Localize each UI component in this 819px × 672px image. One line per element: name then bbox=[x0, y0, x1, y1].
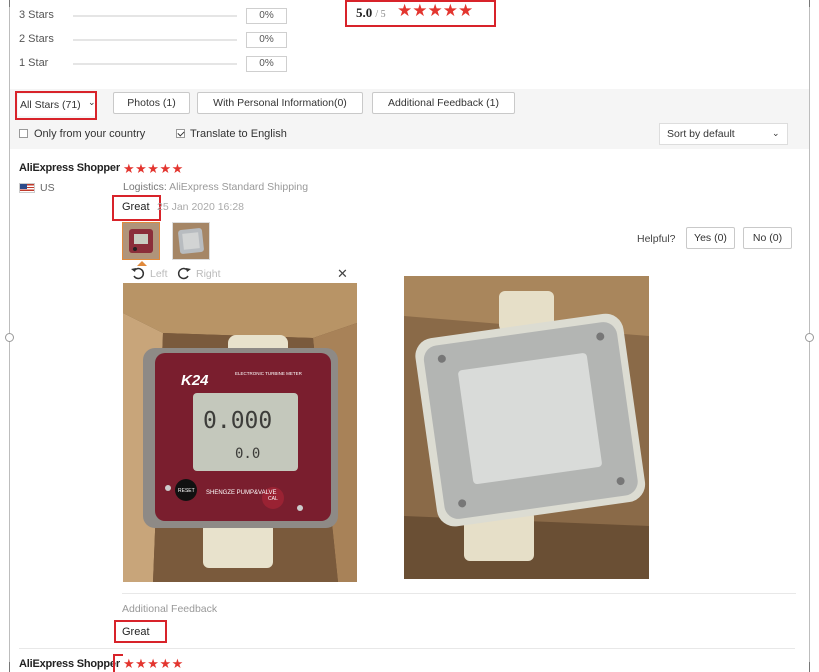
additional-feedback-filter-button[interactable]: Additional Feedback (1) bbox=[372, 92, 515, 114]
review-username: AliExpress Shopper bbox=[19, 162, 120, 174]
personal-info-filter-button[interactable]: With Personal Information(0) bbox=[197, 92, 363, 114]
helpful-yes-button[interactable]: Yes (0) bbox=[686, 227, 735, 249]
sort-select-value: Sort by default bbox=[667, 128, 735, 140]
review-username: AliExpress Shopper bbox=[19, 658, 120, 670]
sort-select[interactable]: Sort by default ⌄ bbox=[659, 123, 788, 145]
frame-handle-right bbox=[805, 333, 814, 342]
additional-feedback-label: Additional Feedback bbox=[122, 603, 218, 615]
rating-row-bar bbox=[73, 15, 237, 17]
helpful-label: Helpful? bbox=[637, 233, 676, 245]
star-icon: ★ bbox=[412, 1, 428, 20]
frame-tick bbox=[809, 662, 810, 672]
additional-feedback-highlight bbox=[114, 620, 167, 643]
star-icon: ★ bbox=[427, 1, 443, 20]
overall-score-value: 5.0 bbox=[356, 5, 373, 20]
review-logistics: Logistics: AliExpress Standard Shipping bbox=[123, 181, 309, 193]
rotate-left-label[interactable]: Left bbox=[150, 268, 168, 280]
only-country-checkbox[interactable] bbox=[19, 129, 28, 138]
stars-filter-highlight bbox=[15, 91, 97, 120]
photo-thumbnail-plate bbox=[173, 223, 209, 259]
rotate-left-icon[interactable] bbox=[131, 267, 145, 280]
rating-row-bar bbox=[73, 39, 237, 41]
meter-cal-label: CAL bbox=[268, 496, 278, 502]
rating-row-percent: 0% bbox=[246, 8, 287, 24]
meter-brand: K24 bbox=[181, 372, 209, 389]
translate-label: Translate to English bbox=[190, 128, 287, 140]
overall-score-max: / 5 bbox=[375, 9, 386, 20]
rating-row-percent: 0% bbox=[246, 32, 287, 48]
frame-handle-left bbox=[5, 333, 14, 342]
chevron-down-icon: ⌄ bbox=[772, 128, 780, 138]
review-divider bbox=[19, 648, 795, 649]
meter-reading-main: 0.000 bbox=[203, 408, 272, 434]
star-icon: ★ bbox=[442, 1, 458, 20]
rating-row-label: 2 Stars bbox=[19, 33, 54, 45]
rating-row-percent: 0% bbox=[246, 56, 287, 72]
rating-row-label: 3 Stars bbox=[19, 9, 54, 21]
rating-row-bar bbox=[73, 63, 237, 65]
meter-maker: SHENGZE PUMP&VALVE bbox=[206, 490, 276, 496]
frame-tick bbox=[809, 0, 810, 7]
review-photo-thumbnail[interactable] bbox=[172, 222, 210, 260]
review-stars: ★★★★★ bbox=[123, 161, 184, 176]
review-stars: ★★★★★ bbox=[123, 656, 184, 671]
review-divider bbox=[122, 593, 796, 594]
meter-reset-label: RESET bbox=[178, 488, 195, 494]
star-icon: ★ bbox=[397, 1, 413, 20]
review-photo-thumbnail[interactable] bbox=[122, 222, 160, 260]
rotate-right-icon[interactable] bbox=[177, 267, 191, 280]
photos-filter-button[interactable]: Photos (1) bbox=[113, 92, 190, 114]
only-country-label: Only from your country bbox=[34, 128, 146, 140]
review-country: US bbox=[40, 182, 55, 194]
translate-checkbox[interactable] bbox=[176, 129, 185, 138]
rotate-right-label[interactable]: Right bbox=[196, 268, 221, 280]
star-icon: ★ bbox=[458, 1, 474, 20]
review-photo-large-plate bbox=[404, 276, 649, 579]
review-date: 25 Jan 2020 16:28 bbox=[157, 201, 244, 213]
photo-thumbnail-meter bbox=[123, 223, 159, 259]
overall-stars: ★★★★★ bbox=[397, 1, 473, 21]
frame-tick bbox=[9, 0, 10, 7]
us-flag-icon bbox=[19, 183, 35, 193]
frame-tick bbox=[9, 662, 10, 672]
review-username-highlight bbox=[113, 654, 123, 672]
review-text-highlight bbox=[112, 195, 161, 221]
review-photo-large-meter: K24 ELECTRONIC TURBINE METER 0.000 0.0 R… bbox=[123, 283, 357, 582]
rating-row-label: 1 Star bbox=[19, 57, 49, 69]
overall-score: 5.0 / 5 bbox=[356, 5, 386, 21]
close-icon[interactable]: ✕ bbox=[337, 266, 348, 282]
meter-reading-sub: 0.0 bbox=[235, 446, 260, 462]
meter-title: ELECTRONIC TURBINE METER bbox=[235, 371, 303, 376]
helpful-no-button[interactable]: No (0) bbox=[743, 227, 792, 249]
